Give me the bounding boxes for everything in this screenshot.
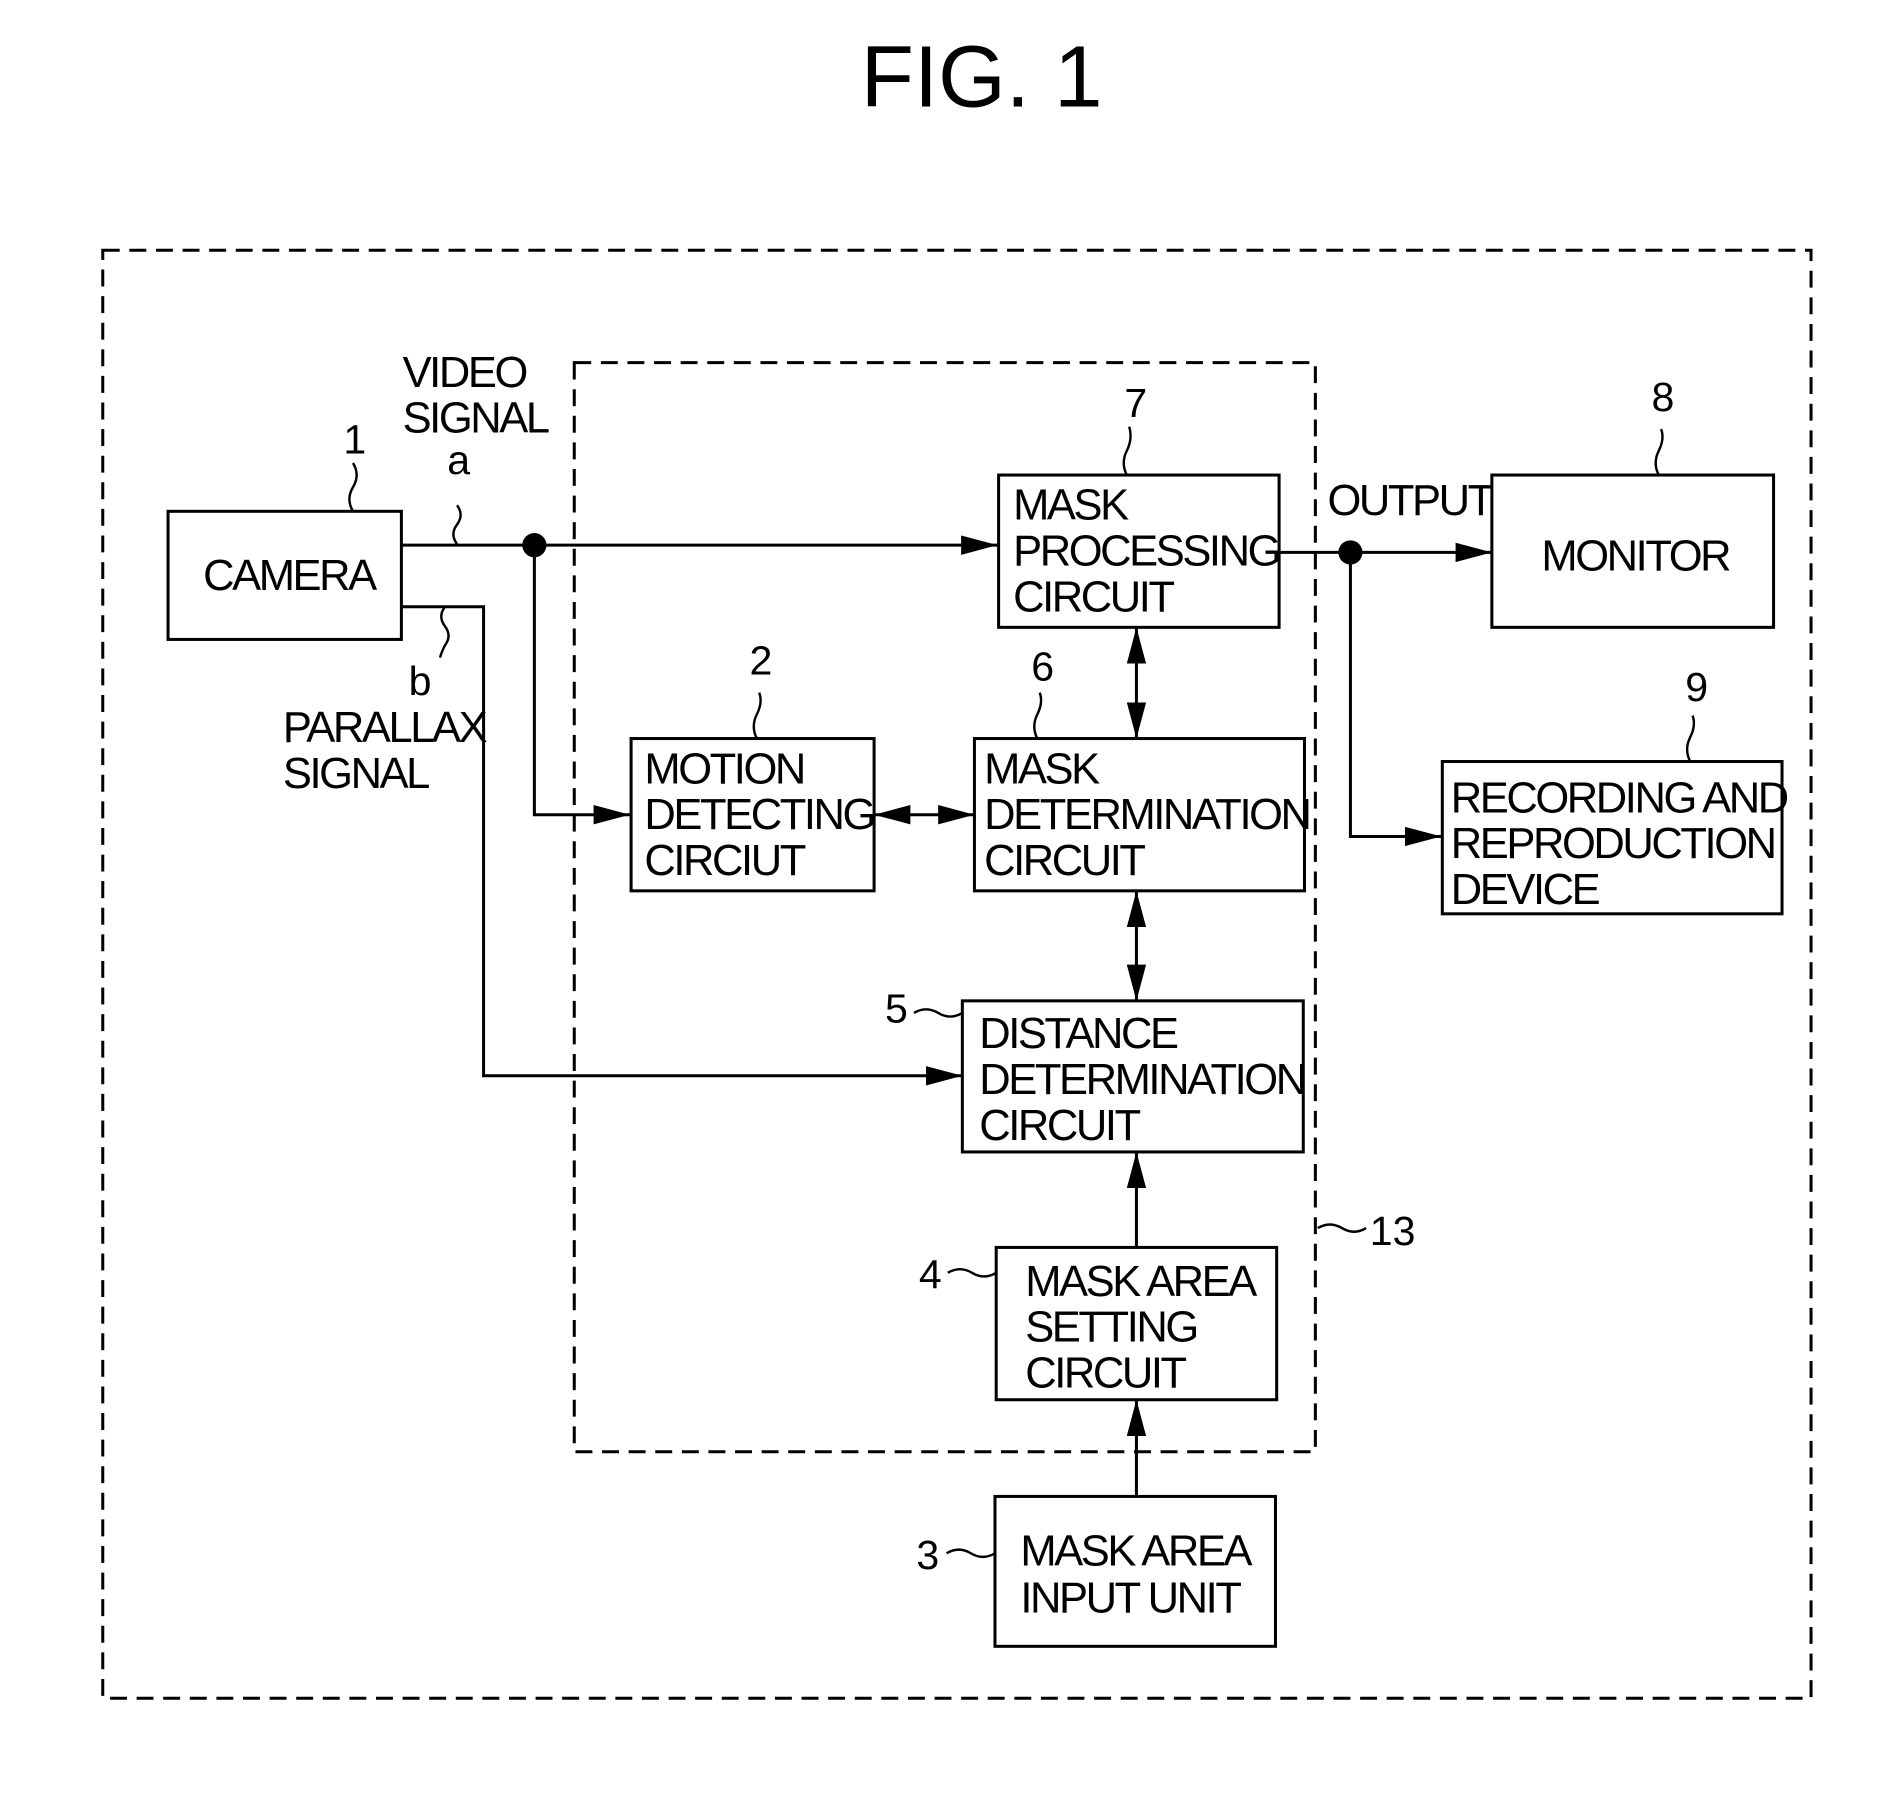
distance-determination-label-line3: CIRCUIT — [979, 1102, 1140, 1150]
motion-detecting-label-line1: MOTION — [644, 745, 803, 793]
mask-area-input-label-line2: INPUT UNIT — [1020, 1574, 1241, 1622]
ref-6: 6 — [1031, 644, 1054, 690]
ref-2-leader — [752, 692, 762, 740]
ref-7: 7 — [1124, 380, 1147, 426]
ref-9-leader — [1685, 715, 1696, 763]
motion-detecting-label-line2: DETECTING — [644, 791, 874, 839]
outer-system-boundary — [101, 248, 1813, 1700]
monitor-label: MONITOR — [1541, 533, 1730, 581]
video-branch-wire — [532, 545, 630, 825]
mask-processing-label-line1: MASK — [1013, 482, 1129, 530]
ref-8-leader — [1654, 428, 1664, 476]
ref-5: 5 — [885, 986, 908, 1032]
ref-5-leader — [913, 1008, 963, 1018]
parallax-signal-label-line1: PARALLAX — [283, 704, 488, 752]
distance-determination-label-line1: DISTANCE — [979, 1010, 1178, 1058]
block-diagram: FIG. 1 13 CAMERA 1 VIDEO SIGNAL a b PARA… — [101, 28, 1813, 1700]
mask-processing-label-line2: PROCESSING — [1013, 528, 1279, 576]
camera-label: CAMERA — [203, 552, 377, 600]
mask-determination-label-line2: DETERMINATION — [984, 791, 1309, 839]
video-signal-tag: a — [447, 437, 470, 483]
ref-13: 13 — [1370, 1208, 1416, 1254]
ref-4: 4 — [919, 1252, 942, 1298]
ref-4-leader — [947, 1267, 997, 1278]
ref-6-leader — [1033, 692, 1043, 740]
mask-area-setting-label-line1: MASK AREA — [1025, 1258, 1257, 1306]
output-label: OUTPUT — [1327, 477, 1493, 525]
ref-8: 8 — [1651, 374, 1674, 420]
parallax-signal-label-line2: SIGNAL — [283, 750, 429, 798]
video-tag-leader — [452, 504, 462, 545]
ref-1: 1 — [343, 416, 366, 462]
ref-3-leader — [946, 1548, 996, 1559]
motion-detecting-label-line3: CIRCIUT — [644, 837, 805, 885]
parallax-tag-leader — [438, 606, 450, 658]
recording-device-label-line2: REPRODUCTION — [1451, 820, 1775, 868]
ref-7-leader — [1122, 426, 1132, 476]
recording-device-label-line3: DEVICE — [1451, 866, 1600, 914]
ref-9: 9 — [1685, 664, 1708, 710]
figure-title: FIG. 1 — [861, 28, 1103, 125]
output-branch-wire — [1348, 552, 1442, 847]
recording-device-label-line1: RECORDING AND — [1451, 774, 1788, 822]
mask-determination-label-line1: MASK — [984, 745, 1100, 793]
video-signal-label-line1: VIDEO — [403, 349, 527, 397]
mask-area-setting-label-line3: CIRCUIT — [1025, 1350, 1186, 1398]
mask-determination-label-line3: CIRCUIT — [984, 837, 1145, 885]
parallax-signal-tag: b — [409, 658, 432, 704]
mask-area-setting-label-line2: SETTING — [1025, 1304, 1197, 1352]
ref-13-leader — [1317, 1223, 1367, 1233]
ref-2: 2 — [750, 637, 773, 683]
distance-determination-label-line2: DETERMINATION — [979, 1056, 1304, 1104]
ref-3: 3 — [916, 1532, 939, 1578]
mask-processing-label-line3: CIRCUIT — [1013, 574, 1174, 622]
ref-1-leader — [348, 462, 358, 512]
mask-area-input-label-line1: MASK AREA — [1020, 1527, 1252, 1575]
video-signal-label-line2: SIGNAL — [403, 395, 549, 443]
